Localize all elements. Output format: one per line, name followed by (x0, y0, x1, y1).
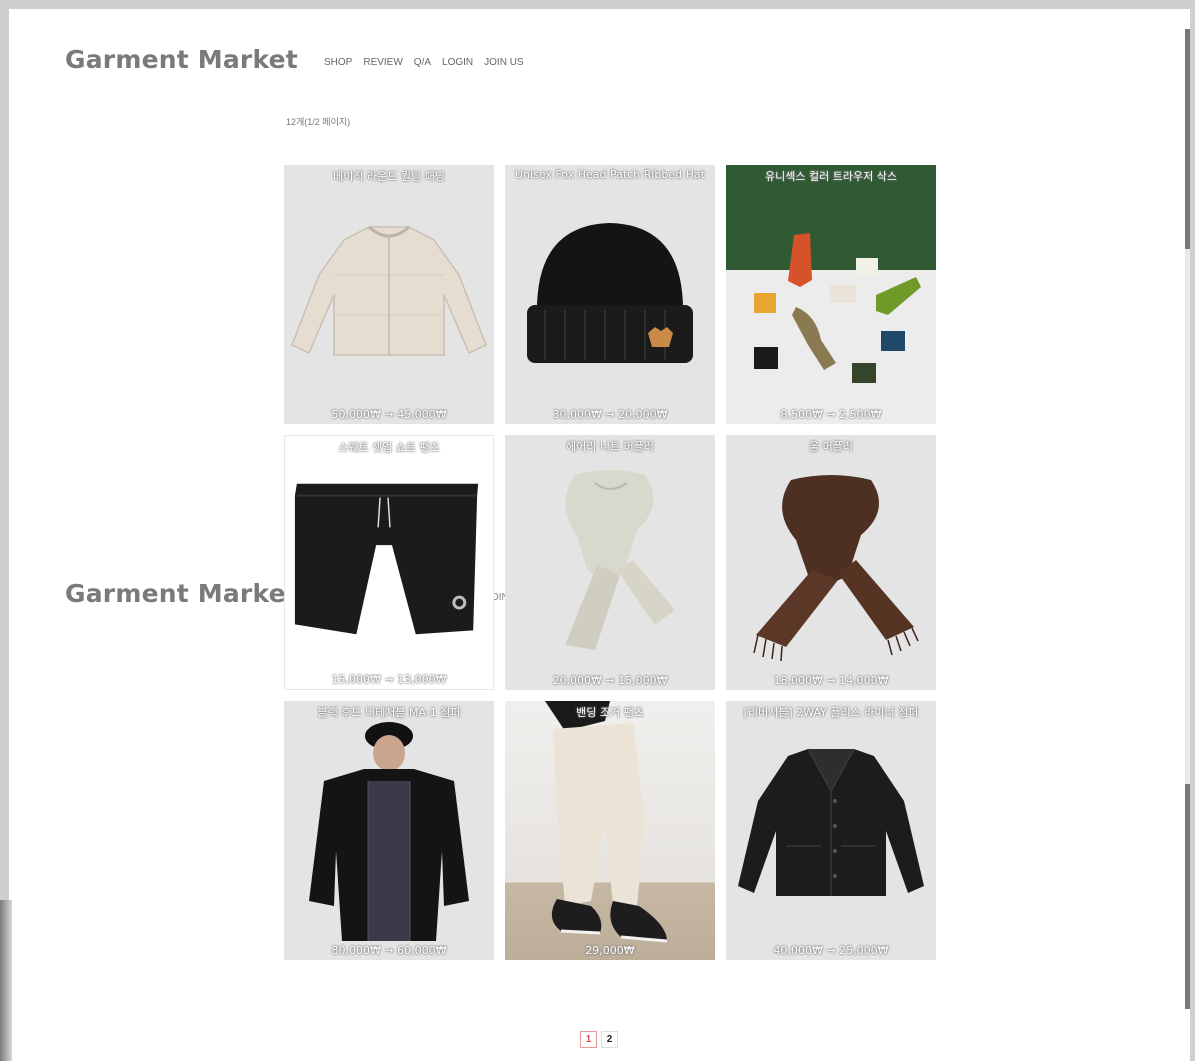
product-price: 15,000₩ → 13,000₩ (331, 673, 447, 686)
product-title: 헤어리 니트 머플러 (566, 440, 654, 453)
product-title: 스웨트 셋업 쇼트 팬츠 (338, 441, 440, 454)
product-price: 20,000₩ → 15,000₩ (552, 674, 668, 687)
product-card[interactable]: 블랙 후드 디테처블 MA-1 점퍼 80,000₩ → 60,000₩ (284, 701, 494, 960)
product-title: 유니섹스 컬러 트라우저 삭스 (765, 170, 897, 183)
nav-login[interactable]: LOGIN (442, 57, 473, 68)
scrollbar-thumb[interactable] (1185, 29, 1190, 249)
liner-jacket-icon (738, 748, 924, 896)
nav-shop[interactable]: SHOP (324, 57, 352, 68)
shorts-icon (294, 483, 479, 635)
page-link-2[interactable]: 2 (601, 1031, 618, 1048)
product-card[interactable]: 울 머플러 18,000₩ → 14,000₩ (726, 435, 936, 690)
product-card[interactable]: Unisex Fox Head Patch Ribbed Hat 30,000₩… (505, 165, 715, 424)
product-title: 베이직 라운드 퀼팅 패딩 (333, 170, 445, 183)
product-count: 12개(1/2 페이지) (286, 117, 351, 127)
product-price: 80,000₩ → 60,000₩ (331, 944, 447, 957)
pagination: 1 2 (580, 1031, 618, 1048)
puffer-jacket-icon (291, 225, 487, 356)
product-title: 블랙 후드 디테처블 MA-1 점퍼 (317, 706, 461, 719)
product-title: Unisex Fox Head Patch Ribbed Hat (515, 168, 705, 181)
scarf-light-icon (565, 470, 675, 650)
product-grid: 베이직 라운드 퀼팅 패딩 50,000₩ → 45,000₩ Unisex F… (284, 165, 936, 960)
product-card[interactable]: 헤어리 니트 머플러 20,000₩ → 15,000₩ (505, 435, 715, 690)
product-price: 8,500₩ → 2,500₩ (780, 408, 882, 421)
socks-icon (754, 233, 921, 383)
scarf-brown-icon (753, 475, 919, 662)
jogger-pants-icon (545, 701, 668, 943)
product-card[interactable]: 밴딩 조거 팬츠 29,000₩ (505, 701, 715, 960)
site-logo[interactable]: Garment Market (65, 45, 298, 74)
product-price: 18,000₩ → 14,000₩ (773, 674, 889, 687)
product-card[interactable]: 유니섹스 컬러 트라우저 삭스 8,500₩ → 2,500₩ (726, 165, 936, 424)
product-title: 밴딩 조거 팬츠 (576, 706, 644, 719)
product-price: 30,000₩ → 20,000₩ (552, 408, 668, 421)
product-price: 40,000₩ → 25,000₩ (773, 944, 889, 957)
nav-review[interactable]: REVIEW (363, 57, 402, 68)
main-nav: SHOP REVIEW Q/A LOGIN JOIN US (324, 57, 524, 68)
product-price: 29,000₩ (585, 944, 635, 957)
product-title: [리버서블] 2WAY 플리스 라이너 점퍼 (743, 706, 919, 719)
window-shadow (0, 900, 12, 1061)
product-card[interactable]: 베이직 라운드 퀼팅 패딩 50,000₩ → 45,000₩ (284, 165, 494, 424)
beanie-icon (527, 223, 693, 363)
product-card[interactable]: [리버서블] 2WAY 플리스 라이너 점퍼 40,000₩ → 25,000₩ (726, 701, 936, 960)
nav-join-us[interactable]: JOIN US (484, 57, 523, 68)
page: Garment Market SHOP REVIEW Q/A LOGIN JOI… (9, 9, 1190, 1061)
bomber-jacket-icon (309, 722, 469, 941)
product-price: 50,000₩ → 45,000₩ (331, 408, 447, 421)
page-link-1[interactable]: 1 (580, 1031, 597, 1048)
scrollbar-thumb[interactable] (1185, 784, 1190, 1009)
product-card[interactable]: 스웨트 셋업 쇼트 팬츠 15,000₩ → 13,000₩ (284, 435, 494, 690)
product-title: 울 머플러 (809, 440, 853, 453)
nav-qa[interactable]: Q/A (414, 57, 431, 68)
duplicate-site-logo: Garment Market (65, 579, 298, 608)
